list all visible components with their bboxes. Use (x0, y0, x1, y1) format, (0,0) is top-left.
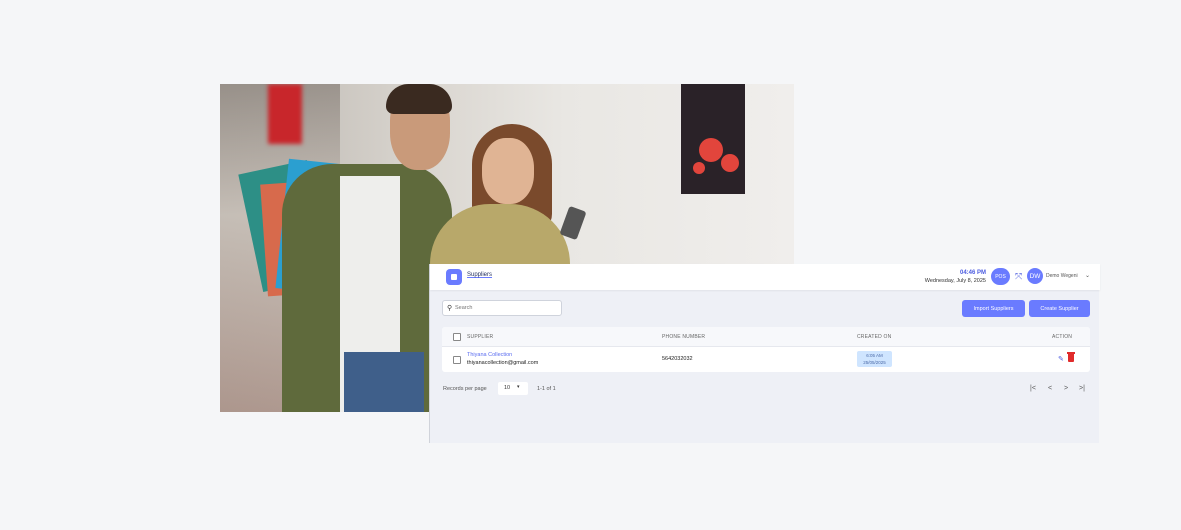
records-per-page-select[interactable]: 10 ▾ (498, 382, 528, 395)
records-per-page-label: Records per page (443, 386, 487, 392)
column-phone[interactable]: PHONE NUMBER (662, 334, 705, 340)
suppliers-app-window: Suppliers 04:46 PM Wednesday, July 8, 20… (429, 264, 1100, 443)
delete-icon[interactable] (1067, 352, 1075, 362)
avatar[interactable]: DW (1027, 268, 1043, 284)
import-suppliers-button[interactable]: Import Suppliers (962, 300, 1025, 317)
last-page-icon[interactable]: >| (1079, 385, 1085, 392)
row-checkbox[interactable] (453, 356, 461, 364)
next-page-icon[interactable]: > (1064, 385, 1068, 392)
column-action: ACTION (1052, 334, 1073, 340)
search-icon: ⚲ (447, 305, 453, 312)
select-all-checkbox[interactable] (453, 333, 461, 341)
edit-icon[interactable]: ✎ (1058, 355, 1064, 363)
photo-woman-face (482, 138, 534, 204)
suppliers-module-icon[interactable] (446, 269, 462, 285)
table-row: Thiyana Collection thiyanacollection@gma… (442, 347, 1090, 372)
pos-button[interactable]: POS (991, 268, 1010, 285)
supplier-name-link[interactable]: Thiyana Collection (467, 352, 512, 358)
photo-smartphone (559, 205, 587, 241)
column-supplier[interactable]: SUPPLIER (467, 334, 493, 340)
top-bar: Suppliers 04:46 PM Wednesday, July 8, 20… (430, 264, 1100, 290)
fullscreen-icon[interactable]: ⤧ (1015, 272, 1024, 281)
search-input[interactable] (455, 302, 555, 314)
pagination-range: 1-1 of 1 (537, 386, 556, 392)
create-supplier-button[interactable]: Create Supplier (1029, 300, 1090, 317)
search-box[interactable]: ⚲ (442, 300, 562, 316)
photo-store-sign (268, 84, 302, 144)
supplier-email: thiyanacollection@gmail.com (467, 360, 539, 366)
suppliers-table: SUPPLIER PHONE NUMBER CREATED ON ACTION … (442, 327, 1090, 372)
clock-date: Wednesday, July 8, 2025 (924, 278, 986, 284)
chevron-down-icon[interactable]: ⌄ (1085, 272, 1090, 279)
supplier-phone: 5642032032 (662, 356, 693, 362)
clock-time: 04:46 PM (959, 270, 986, 276)
created-date: 25/05/2025 (863, 360, 886, 365)
photo-man-jeans (344, 352, 424, 412)
page-title: Suppliers (467, 272, 493, 278)
records-per-page-value: 10 (504, 385, 511, 391)
column-created[interactable]: CREATED ON (857, 334, 891, 340)
photo-man-hair (386, 84, 452, 114)
photo-billboard (681, 84, 745, 194)
created-time: 6:05 AM (866, 353, 883, 358)
table-header: SUPPLIER PHONE NUMBER CREATED ON ACTION (442, 327, 1090, 347)
chevron-down-icon: ▾ (517, 384, 520, 390)
user-name[interactable]: Demo Wegeni (1046, 273, 1078, 279)
previous-page-icon[interactable]: < (1048, 385, 1052, 392)
created-on-badge: 6:05 AM 25/05/2025 (857, 351, 892, 367)
first-page-icon[interactable]: |< (1030, 385, 1036, 392)
clock: 04:46 PM Wednesday, July 8, 2025 (925, 269, 986, 285)
